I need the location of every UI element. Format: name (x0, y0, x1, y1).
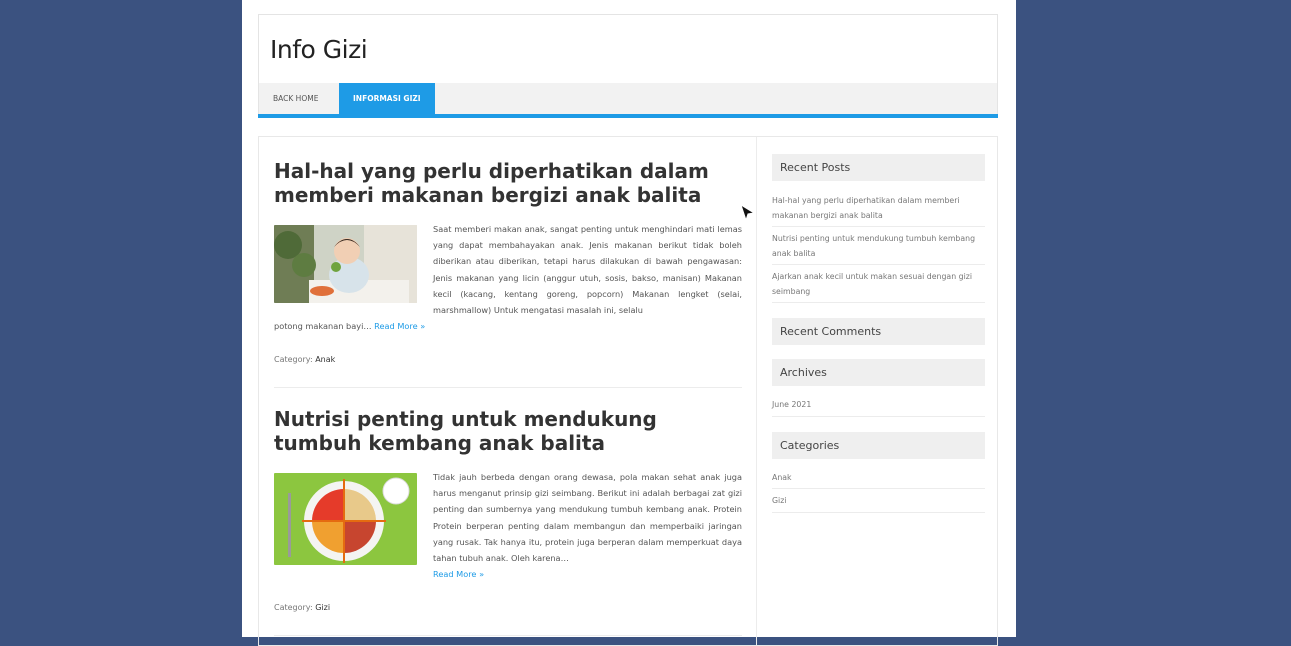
widget-title-recent-comments: Recent Comments (772, 318, 985, 345)
category-label: Category: (274, 603, 313, 612)
category-link[interactable]: Gizi (315, 603, 330, 612)
post-excerpt: Tidak jauh berbeda dengan orang dewasa, … (433, 472, 742, 564)
balanced-plate-photo-icon[interactable] (274, 473, 417, 565)
category-label: Category: (274, 355, 313, 364)
post-excerpt-tail: potong makanan bayi… Read More » (274, 318, 425, 334)
post-2: Nutrisi penting untuk mendukung tumbuh k… (274, 407, 742, 636)
post-category: Category: Anak (274, 355, 335, 364)
post-title[interactable]: Nutrisi penting untuk mendukung tumbuh k… (274, 407, 742, 455)
widget-title-recent-posts: Recent Posts (772, 154, 985, 181)
recent-post-item[interactable]: Nutrisi penting untuk mendukung tumbuh k… (772, 227, 985, 265)
main-nav: BACK HOME INFORMASI GIZI (259, 83, 997, 115)
widget-title-archives: Archives (772, 359, 985, 386)
page-container: Info Gizi BACK HOME INFORMASI GIZI Hal-h… (242, 0, 1016, 646)
nav-item-informasi-gizi[interactable]: INFORMASI GIZI (339, 83, 435, 115)
site-title[interactable]: Info Gizi (270, 35, 368, 64)
archives-list: June 2021 (772, 393, 985, 417)
recent-post-item[interactable]: Ajarkan anak kecil untuk makan sesuai de… (772, 265, 985, 303)
category-link[interactable]: Anak (315, 355, 335, 364)
archive-item[interactable]: June 2021 (772, 393, 985, 417)
post-1: Hal-hal yang perlu diperhatikan dalam me… (274, 159, 742, 388)
post-category: Category: Gizi (274, 603, 330, 612)
post-excerpt-tail: Read More » (433, 566, 484, 582)
content-area: Hal-hal yang perlu diperhatikan dalam me… (258, 136, 998, 646)
category-item[interactable]: Anak (772, 466, 985, 489)
child-eating-photo-icon[interactable] (274, 225, 417, 303)
post-excerpt: Saat memberi makan anak, sangat penting … (433, 224, 742, 316)
nav-item-back-home[interactable]: BACK HOME (259, 83, 332, 115)
post-separator (274, 635, 742, 636)
post-title[interactable]: Hal-hal yang perlu diperhatikan dalam me… (274, 159, 742, 207)
nav-underline (258, 114, 998, 118)
widget-title-categories: Categories (772, 431, 985, 459)
categories-list: Anak Gizi (772, 466, 985, 513)
recent-post-item[interactable]: Hal-hal yang perlu diperhatikan dalam me… (772, 189, 985, 227)
site-header: Info Gizi BACK HOME INFORMASI GIZI (258, 14, 998, 118)
category-item[interactable]: Gizi (772, 489, 985, 513)
column-divider (756, 137, 757, 645)
read-more-link[interactable]: Read More » (374, 321, 425, 331)
sidebar: Recent Posts Hal-hal yang perlu diperhat… (772, 154, 985, 513)
recent-posts-list: Hal-hal yang perlu diperhatikan dalam me… (772, 189, 985, 303)
post-separator (274, 387, 742, 388)
read-more-link[interactable]: Read More » (433, 569, 484, 579)
mouse-cursor-icon (740, 204, 756, 222)
post-excerpt-tail-text: potong makanan bayi… (274, 321, 372, 331)
